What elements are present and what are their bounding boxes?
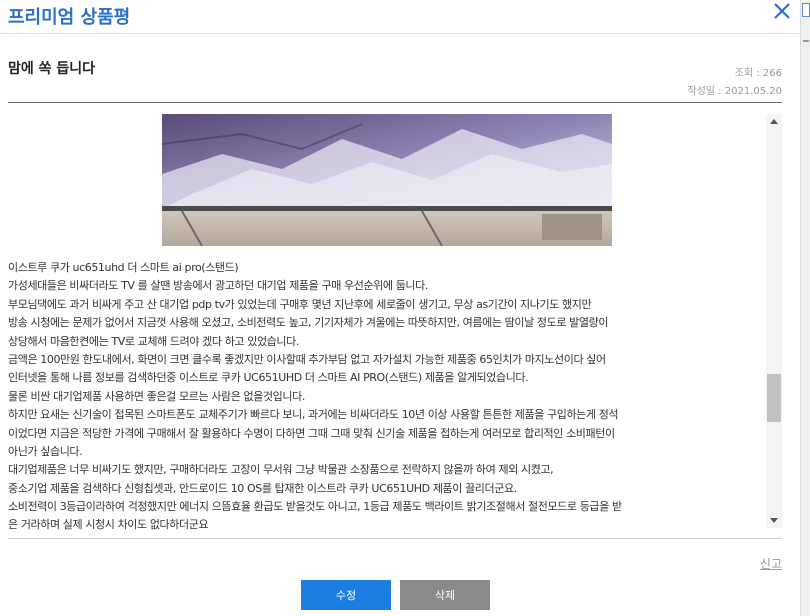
edge-line [803, 40, 809, 42]
review-body-line: 금액은 100만원 한도내에서, 화면이 크면 클수록 좋겠지만 이사할때 추가… [8, 352, 606, 366]
review-body-line: 상당해서 마음한켠에는 TV로 교체해 드려야 겠다 하고 있었습니다. [8, 334, 299, 348]
modal-header: 프리미엄 상품평 [0, 0, 800, 34]
scroll-up-button[interactable] [766, 114, 782, 130]
delete-button[interactable]: 삭제 [400, 580, 490, 610]
review-body-line: 인터넷을 통해 나름 정보를 검색하던중 이스트로 쿠카 UC651UHD 더 … [8, 371, 529, 385]
edit-button[interactable]: 수정 [301, 580, 391, 610]
review-body-line: 중소기업 제품을 검색하다 신형칩셋과, 안드로이드 10 OS를 탑재한 이스… [8, 481, 517, 495]
view-count: 조회 : 266 [734, 68, 782, 79]
review-body-line: 부모님댁에도 과거 비싸게 주고 산 대기업 pdp tv가 있었는데 구매후 … [8, 297, 592, 311]
scroll-down-icon [770, 518, 778, 523]
review-title: 맘에 쏙 듭니다 [8, 61, 96, 77]
review-body-line: 이었다면 지금은 적당한 가격에 구매해서 잘 활용하다 수명이 다하면 그때 … [8, 426, 615, 440]
scroll-up-icon [770, 119, 778, 124]
review-body-line: 방송 시청에는 문제가 없어서 지금껏 사용해 오셨고, 소비전력도 높고, 기… [8, 316, 609, 330]
review-body: 이스트루 쿠가 uc651uhd 더 스마트 ai pro(스탠드) 가성세대들은… [8, 259, 760, 530]
window-edge [800, 0, 810, 616]
review-body-line: 은 거라하며 실제 시청시 차이도 없다하더군요 [8, 518, 209, 530]
close-icon [774, 3, 790, 19]
close-button[interactable] [770, 0, 794, 24]
review-body-line: 대기업제품은 너무 비싸기도 했지만, 구매하더라도 고장이 무서워 그냥 박물… [8, 463, 554, 477]
post-date: 작성일 : 2021.05.20 [687, 86, 782, 97]
review-body-line: 이스트루 쿠가 uc651uhd 더 스마트 ai pro(스탠드) [8, 261, 239, 274]
scrollbar[interactable] [766, 114, 782, 528]
review-body-line: 아닌가 싶습니다. [8, 444, 83, 458]
review-body-line: 물론 비싼 대기업제품 사용하면 좋은걸 모르는 사람은 없을것입니다. [8, 389, 305, 403]
divider [8, 102, 782, 103]
review-content: 이스트루 쿠가 uc651uhd 더 스마트 ai pro(스탠드) 가성세대들은… [8, 108, 760, 530]
review-body-line: 가성세대들은 비싸더라도 TV 를 살땐 방송에서 광고하던 대기업 제품을 구… [8, 279, 428, 293]
divider-bottom [8, 538, 782, 539]
review-body-line: 소비전력이 3등급이라하여 걱정했지만 에너지 으뜸효율 환급도 받을것도 아니… [8, 500, 622, 514]
modal-title: 프리미엄 상품평 [8, 7, 131, 28]
edge-box [802, 3, 810, 17]
review-body-line: 하지만 요새는 신기술이 접목된 스마트폰도 교체주기가 빠르다 보니, 과거에… [8, 408, 619, 422]
scroll-down-button[interactable] [766, 512, 782, 528]
report-link[interactable]: 신고 [760, 555, 782, 572]
review-photo [162, 114, 612, 246]
scroll-thumb[interactable] [767, 374, 781, 422]
